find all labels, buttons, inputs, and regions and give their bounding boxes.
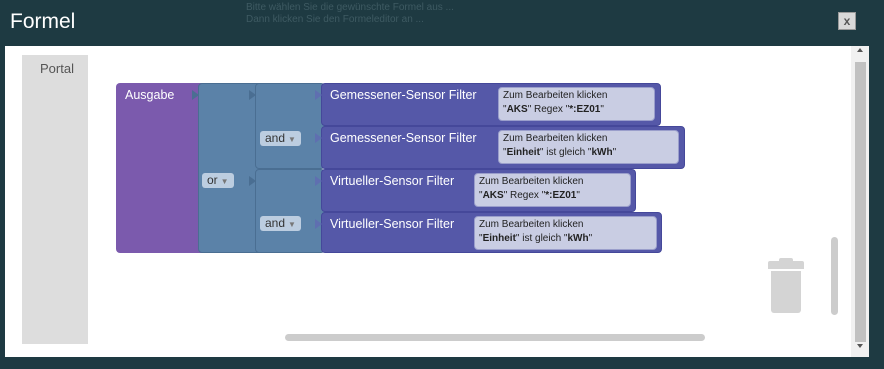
- chevron-down-icon: ▼: [288, 220, 296, 229]
- trash-icon[interactable]: [767, 258, 805, 315]
- chevron-down-icon: ▼: [288, 135, 296, 144]
- chevron-down-icon: ▼: [220, 177, 229, 186]
- and-block-1[interactable]: [255, 83, 325, 169]
- filter-4-type: Virtueller-Sensor Filter: [330, 217, 455, 231]
- block-workspace[interactable]: Ausgabe or ▼ and ▼ and ▼ Gemessener-Sensor …: [88, 55, 840, 344]
- filter-3-condition[interactable]: Zum Bearbeiten klicken "AKS" Regex "*:EZ…: [474, 173, 631, 207]
- workspace-horizontal-scrollbar[interactable]: [285, 334, 705, 341]
- toolbox-sidebar: Portal: [22, 55, 88, 344]
- dialog-scrollbar-thumb[interactable]: [855, 62, 866, 342]
- toolbox-category-portal[interactable]: Portal: [40, 61, 74, 76]
- filter-2-condition[interactable]: Zum Bearbeiten klicken "Einheit" ist gle…: [498, 130, 679, 164]
- dialog-title: Formel: [10, 10, 76, 33]
- and-operator-dropdown-2[interactable]: and ▼: [260, 216, 301, 231]
- filter-1-type: Gemessener-Sensor Filter: [330, 88, 477, 102]
- and-operator-dropdown-1[interactable]: and ▼: [260, 131, 301, 146]
- or-operator-dropdown[interactable]: or ▼: [202, 173, 234, 188]
- workspace-vertical-scrollbar[interactable]: [831, 237, 838, 315]
- close-icon: x: [843, 14, 851, 28]
- formula-editor: Portal Ausgabe or ▼ and ▼ and ▼ Gemessener-…: [5, 46, 869, 357]
- background-text: Bitte wählen Sie die gewünschte Formel a…: [246, 2, 454, 25]
- filter-2-type: Gemessener-Sensor Filter: [330, 131, 477, 145]
- output-block-label: Ausgabe: [125, 88, 175, 102]
- dialog-frame: Bitte wählen Sie die gewünschte Formel a…: [0, 0, 884, 369]
- filter-1-condition[interactable]: Zum Bearbeiten klicken "AKS" Regex "*:EZ…: [498, 87, 655, 121]
- filter-3-type: Virtueller-Sensor Filter: [330, 174, 455, 188]
- scroll-down-icon[interactable]: [857, 344, 863, 348]
- close-button[interactable]: x: [838, 12, 856, 30]
- scroll-up-icon[interactable]: [857, 48, 863, 52]
- and-block-2[interactable]: [255, 169, 325, 253]
- filter-4-condition[interactable]: Zum Bearbeiten klicken "Einheit" ist gle…: [474, 216, 657, 250]
